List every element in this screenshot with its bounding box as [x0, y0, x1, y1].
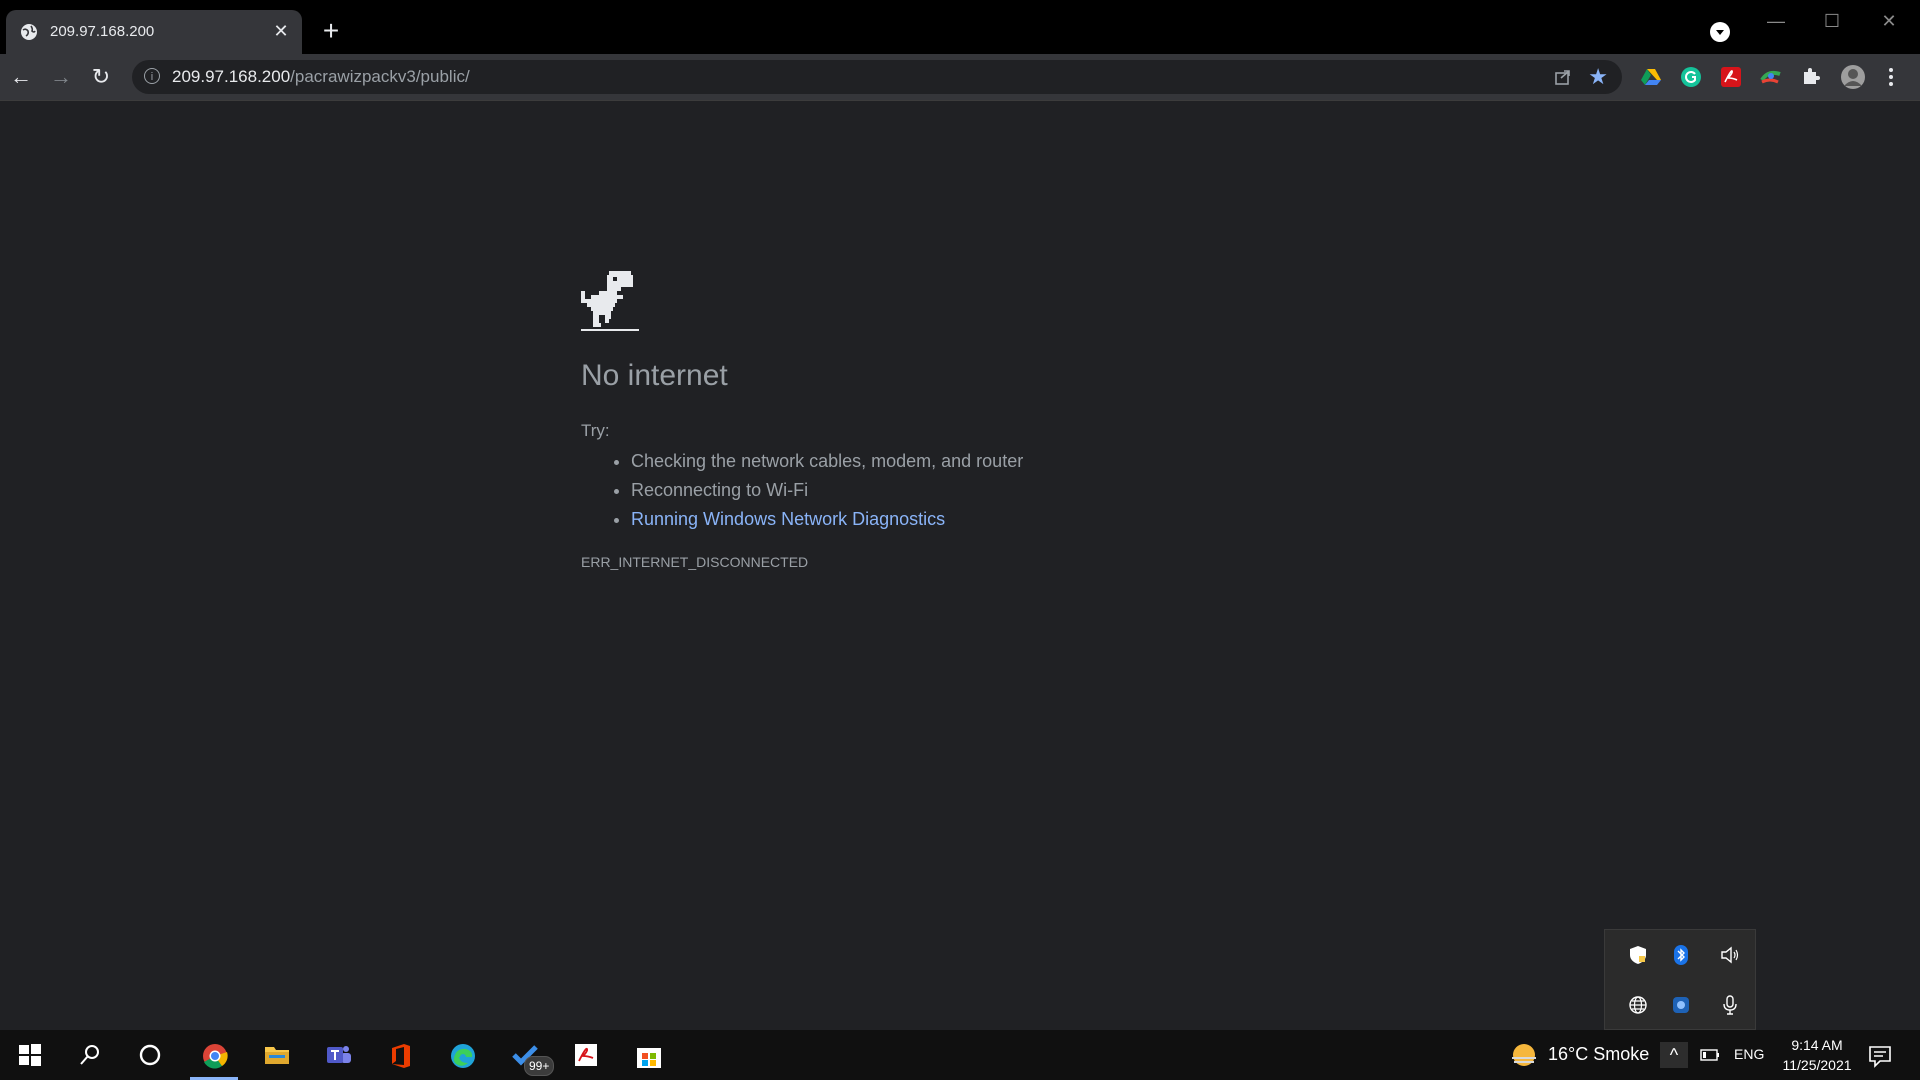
weather-sun-icon: [1512, 1044, 1536, 1066]
file-explorer-icon: [265, 1047, 289, 1064]
puzzle-extensions-icon[interactable]: [1800, 66, 1822, 88]
grammarly-icon[interactable]: [1680, 66, 1702, 88]
start-button[interactable]: [0, 1030, 60, 1080]
microphone-icon[interactable]: [1719, 994, 1741, 1016]
error-code: ERR_INTERNET_DISCONNECTED: [581, 554, 809, 570]
network-diagnostics-link[interactable]: Running Windows Network Diagnostics: [631, 509, 945, 529]
url-path: /pacrawizpackv3/public/: [290, 67, 470, 86]
tray-overflow-flyout: [1604, 929, 1756, 1030]
cortana-icon: [139, 1044, 161, 1066]
google-drive-icon[interactable]: [1640, 66, 1662, 88]
maximize-button[interactable]: ☐: [1812, 6, 1852, 36]
back-button[interactable]: ←: [6, 62, 36, 92]
search-icon: [80, 1045, 99, 1065]
teams-icon: [327, 1046, 351, 1063]
office-icon: [392, 1044, 410, 1068]
chevron-down-icon: [1716, 30, 1724, 35]
battery-icon[interactable]: [1700, 1047, 1720, 1063]
windows-security-icon[interactable]: [1627, 944, 1649, 966]
weather-text: 16°C Smoke: [1548, 1044, 1650, 1064]
color-extension-icon[interactable]: [1760, 66, 1782, 88]
minimize-button[interactable]: —: [1756, 6, 1796, 36]
forward-button[interactable]: →: [46, 62, 76, 92]
todo-badge: 99+: [524, 1056, 555, 1076]
tab-strip: 209.97.168.200 ✕ + — ☐ ✕: [0, 0, 1920, 54]
store-icon: [637, 1048, 661, 1068]
acrobat-icon: [575, 1044, 597, 1066]
taskbar-office[interactable]: [370, 1030, 430, 1080]
start-icon: [19, 1044, 41, 1066]
taskbar: 99+ 16°C Smoke ^ ENG 9:14 AM 11/25/2021: [0, 1030, 1920, 1080]
new-tab-button[interactable]: +: [318, 17, 344, 45]
taskbar-teams[interactable]: [308, 1030, 368, 1080]
taskbar-store[interactable]: [618, 1030, 678, 1080]
tab-close-icon[interactable]: ✕: [270, 20, 292, 42]
show-hidden-icons-button[interactable]: ^: [1660, 1042, 1688, 1068]
address-bar[interactable]: i 209.97.168.200/pacrawizpackv3/public/ …: [132, 60, 1622, 94]
search-button[interactable]: [60, 1030, 120, 1080]
taskbar-edge[interactable]: [432, 1030, 492, 1080]
globe-icon: [21, 24, 37, 40]
list-item: Checking the network cables, modem, and …: [631, 447, 1023, 476]
share-icon[interactable]: [1554, 68, 1572, 86]
clock[interactable]: 9:14 AM 11/25/2021: [1772, 1035, 1862, 1075]
url-host: 209.97.168.200: [172, 67, 291, 86]
more-menu-icon[interactable]: [1880, 66, 1902, 88]
site-info-icon[interactable]: i: [144, 68, 160, 84]
tab-search-button[interactable]: [1710, 22, 1730, 42]
volume-icon[interactable]: [1719, 944, 1741, 966]
list-item: Reconnecting to Wi-Fi: [631, 476, 1023, 505]
globe-icon[interactable]: [1627, 994, 1649, 1016]
dinosaur-icon[interactable]: [581, 271, 639, 331]
onedrive-icon[interactable]: [1670, 994, 1692, 1016]
cortana-button[interactable]: [120, 1030, 180, 1080]
bluetooth-icon[interactable]: [1670, 944, 1692, 966]
chrome-icon: [203, 1044, 228, 1069]
list-item: Running Windows Network Diagnostics: [631, 505, 1023, 534]
taskbar-chrome[interactable]: [184, 1030, 244, 1080]
close-window-button[interactable]: ✕: [1869, 6, 1909, 36]
notification-center-icon[interactable]: [1866, 1042, 1894, 1070]
browser-toolbar: ← → ↻ i 209.97.168.200/pacrawizpackv3/pu…: [0, 54, 1920, 101]
try-label: Try:: [581, 421, 610, 440]
page-title: No internet: [581, 359, 728, 392]
bookmark-star-icon[interactable]: ★: [1588, 64, 1608, 90]
adobe-acrobat-icon[interactable]: [1720, 66, 1742, 88]
tab-active[interactable]: 209.97.168.200 ✕: [6, 10, 302, 54]
taskbar-file-explorer[interactable]: [246, 1030, 306, 1080]
suggestion-list: Checking the network cables, modem, and …: [591, 447, 1023, 534]
page-content: No internet Try: Checking the network ca…: [0, 101, 1920, 1030]
reload-button[interactable]: ↻: [86, 62, 116, 92]
taskbar-todo[interactable]: 99+: [494, 1030, 555, 1080]
profile-avatar[interactable]: [1840, 64, 1866, 90]
tab-title: 209.97.168.200: [50, 23, 155, 40]
url-text[interactable]: 209.97.168.200/pacrawizpackv3/public/: [172, 67, 470, 87]
taskbar-acrobat[interactable]: [556, 1030, 616, 1080]
clock-date: 11/25/2021: [1782, 1057, 1852, 1073]
edge-icon: [451, 1044, 475, 1068]
language-indicator[interactable]: ENG: [1734, 1046, 1764, 1062]
clock-time: 9:14 AM: [1791, 1037, 1843, 1053]
